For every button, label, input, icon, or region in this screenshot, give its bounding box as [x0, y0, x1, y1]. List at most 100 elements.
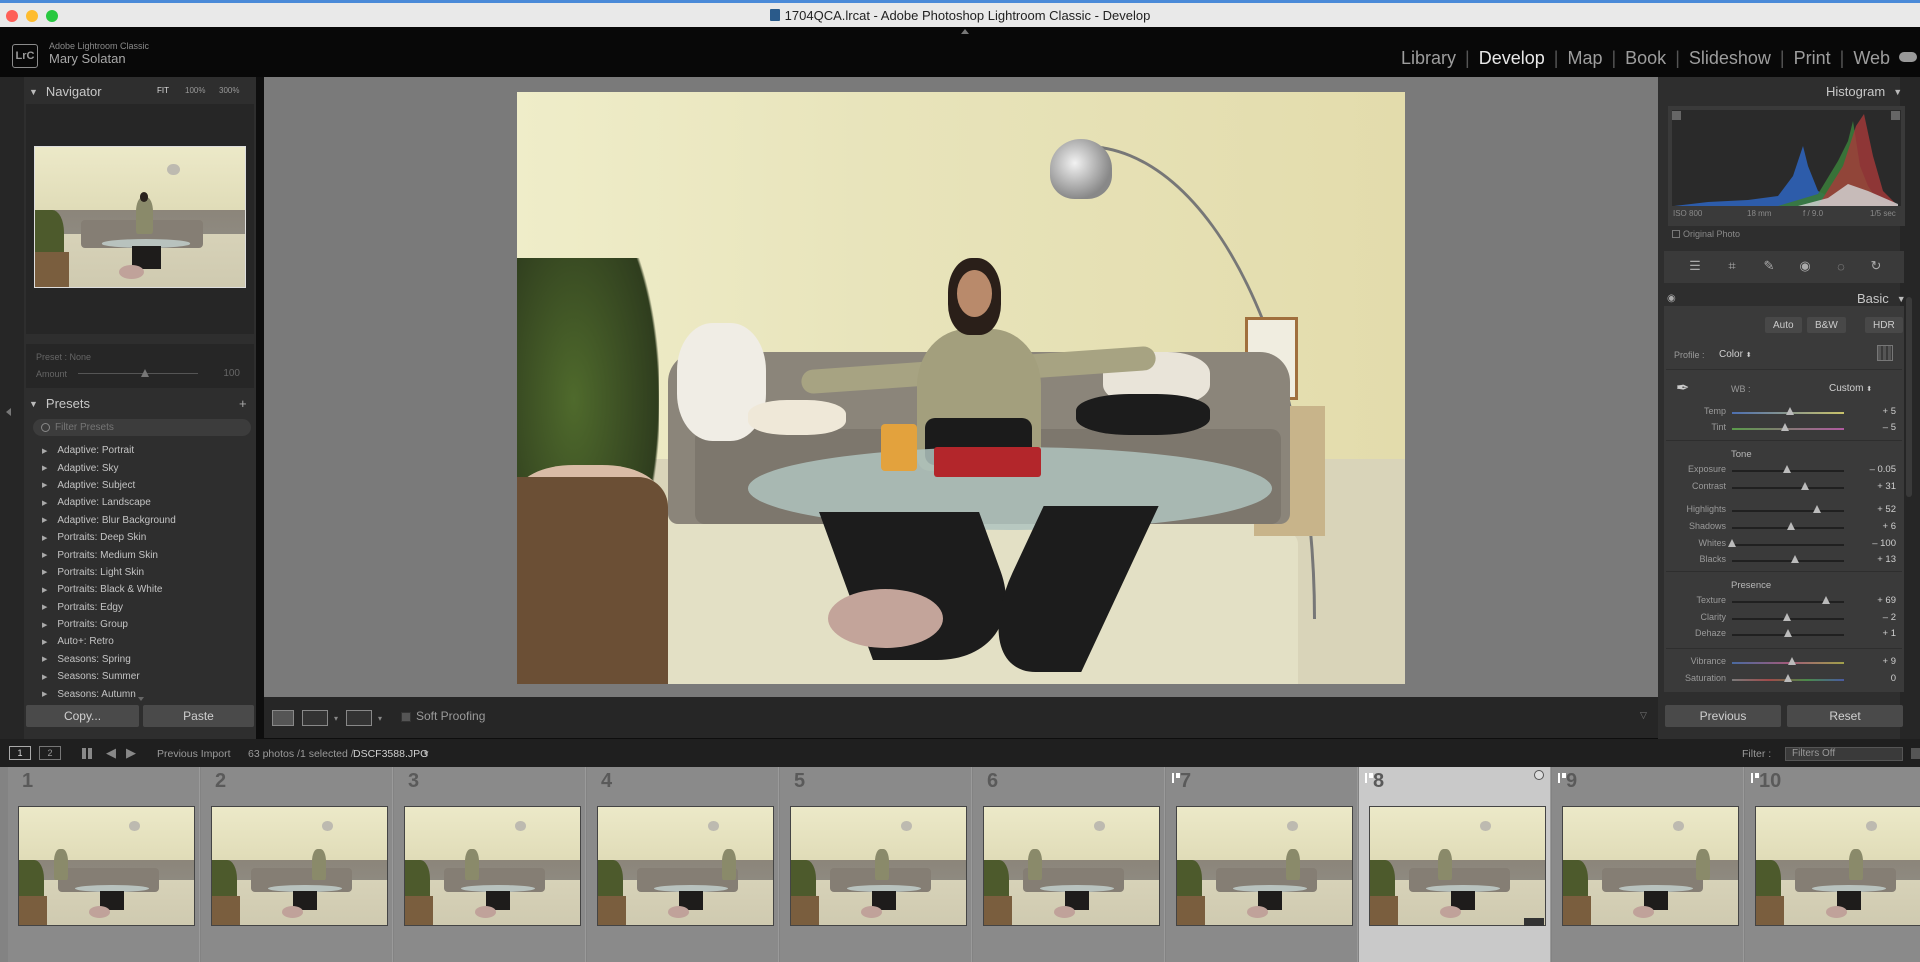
- module-print[interactable]: Print: [1794, 48, 1831, 69]
- preset-folder[interactable]: ▶ Adaptive: Sky: [24, 459, 256, 476]
- before-after-dropdown-icon[interactable]: ▾: [334, 714, 338, 723]
- preset-folder[interactable]: ▶ Portraits: Medium Skin: [24, 546, 256, 563]
- filter-dropdown[interactable]: Filters Off: [1785, 747, 1903, 761]
- slider-value[interactable]: – 5: [1856, 422, 1896, 433]
- preset-folder[interactable]: ▶ Portraits: Edgy: [24, 599, 256, 616]
- module-web[interactable]: Web: [1853, 48, 1890, 69]
- filter-lock-icon[interactable]: [1911, 748, 1920, 759]
- filmstrip-thumbnail[interactable]: [1176, 806, 1353, 926]
- main-photo[interactable]: [517, 92, 1405, 684]
- flag-icon[interactable]: [1558, 773, 1566, 783]
- red-eye-icon[interactable]: ◉: [1797, 258, 1813, 274]
- navigator-header[interactable]: ▼ Navigator: [29, 84, 102, 99]
- swap-before-after-icon[interactable]: [346, 710, 372, 726]
- module-book[interactable]: Book: [1625, 48, 1666, 69]
- preset-folder[interactable]: ▶ Portraits: Light Skin: [24, 564, 256, 581]
- before-after-icon[interactable]: [302, 710, 328, 726]
- previous-button[interactable]: Previous: [1665, 705, 1781, 727]
- slider-knob[interactable]: [1782, 465, 1791, 473]
- zoom-fit[interactable]: FIT: [157, 86, 169, 95]
- preset-folder[interactable]: ▶ Adaptive: Landscape: [24, 494, 256, 511]
- preset-folder[interactable]: ▶ Adaptive: Blur Background: [24, 512, 256, 529]
- slider-value[interactable]: – 0.05: [1856, 464, 1896, 475]
- slider-knob[interactable]: [1790, 555, 1799, 563]
- wb-dropdown[interactable]: Custom ⬍: [1829, 383, 1872, 394]
- minimize-window-button[interactable]: [26, 10, 38, 22]
- add-preset-icon[interactable]: +: [239, 396, 247, 411]
- zoom-100[interactable]: 100%: [185, 86, 205, 95]
- filmstrip-thumbnail[interactable]: [1755, 806, 1920, 926]
- filmstrip-filename[interactable]: DSCF3588.JPG: [353, 748, 428, 760]
- back-arrow-icon[interactable]: ◀: [106, 745, 116, 761]
- slider-knob[interactable]: [1813, 505, 1822, 513]
- histogram[interactable]: [1668, 106, 1905, 226]
- main-window-button[interactable]: 1: [9, 746, 31, 760]
- cloud-icon[interactable]: [1899, 52, 1917, 62]
- filmstrip-cell[interactable]: 6: [973, 767, 1165, 962]
- filmstrip-thumbnail[interactable]: [983, 806, 1160, 926]
- module-map[interactable]: Map: [1567, 48, 1602, 69]
- preset-folder[interactable]: ▶ Seasons: Spring: [24, 651, 256, 668]
- navigator-preview[interactable]: [26, 104, 254, 334]
- slider-track[interactable]: [1732, 510, 1844, 512]
- bw-button[interactable]: B&W: [1807, 317, 1846, 333]
- slider-knob[interactable]: [1780, 423, 1789, 431]
- filmstrip-thumbnail[interactable]: [1369, 806, 1546, 926]
- slider-knob[interactable]: [1822, 596, 1831, 604]
- preset-folder[interactable]: ▶ Adaptive: Subject: [24, 477, 256, 494]
- soft-proofing-checkbox[interactable]: [401, 712, 411, 722]
- filmstrip-thumbnail[interactable]: [18, 806, 195, 926]
- preset-folder[interactable]: ▶ Auto+: Retro: [24, 633, 256, 650]
- original-photo-toggle[interactable]: Original Photo: [1672, 229, 1740, 239]
- filmstrip-cell[interactable]: 2: [201, 767, 393, 962]
- copy-button[interactable]: Copy...: [26, 705, 139, 727]
- module-library[interactable]: Library: [1401, 48, 1456, 69]
- hdr-button[interactable]: HDR: [1865, 317, 1903, 333]
- slider-value[interactable]: + 9: [1856, 656, 1896, 667]
- slider-value[interactable]: – 100: [1856, 538, 1896, 549]
- auto-button[interactable]: Auto: [1765, 317, 1802, 333]
- slider-track[interactable]: [1732, 544, 1844, 546]
- preset-folder[interactable]: ▶ Seasons: Autumn: [24, 685, 256, 697]
- amount-slider-knob[interactable]: [141, 369, 149, 377]
- filmstrip-thumbnail[interactable]: [1562, 806, 1739, 926]
- slider-knob[interactable]: [1784, 674, 1792, 682]
- slider-knob[interactable]: [1788, 657, 1797, 665]
- slider-knob[interactable]: [1800, 482, 1809, 490]
- slider-track[interactable]: [1732, 560, 1844, 562]
- left-panel-toggle-icon[interactable]: [6, 408, 11, 416]
- right-panel-scrollbar[interactable]: [1906, 297, 1912, 497]
- preset-folder[interactable]: ▶ Adaptive: Portrait: [24, 442, 256, 459]
- slider-knob[interactable]: [1728, 539, 1736, 547]
- profile-dropdown[interactable]: Color ⬍: [1719, 349, 1752, 360]
- slider-knob[interactable]: [1784, 629, 1792, 637]
- filmstrip-cell[interactable]: 10: [1745, 767, 1920, 962]
- preset-folder[interactable]: ▶ Seasons: Summer: [24, 668, 256, 685]
- preset-filter-input[interactable]: [33, 419, 251, 436]
- filmstrip-cell[interactable]: 9: [1552, 767, 1744, 962]
- filmstrip-thumbnail[interactable]: [404, 806, 581, 926]
- slider-value[interactable]: + 5: [1856, 406, 1896, 417]
- slider-track[interactable]: [1732, 487, 1844, 489]
- slider-value[interactable]: + 1: [1856, 628, 1896, 639]
- slider-knob[interactable]: [1782, 613, 1791, 621]
- original-photo-checkbox[interactable]: [1672, 230, 1680, 238]
- paste-button[interactable]: Paste: [143, 705, 254, 727]
- edit-sliders-icon[interactable]: ☰: [1687, 258, 1703, 274]
- toolbar-content-dropdown-icon[interactable]: ▽: [1640, 710, 1647, 721]
- presets-tool-icon[interactable]: ↻: [1868, 258, 1884, 274]
- zoom-300[interactable]: 300%: [219, 86, 239, 95]
- forward-arrow-icon[interactable]: ▶: [126, 745, 136, 761]
- slider-value[interactable]: + 69: [1856, 595, 1896, 606]
- flag-icon[interactable]: [1172, 773, 1180, 783]
- slider-value[interactable]: – 2: [1856, 612, 1896, 623]
- slider-value[interactable]: + 31: [1856, 481, 1896, 492]
- top-panel-toggle-icon[interactable]: [961, 29, 969, 34]
- slider-value[interactable]: + 13: [1856, 554, 1896, 565]
- healing-icon[interactable]: ✎: [1761, 258, 1777, 274]
- filmstrip-cell[interactable]: 1: [8, 767, 200, 962]
- filename-dropdown-icon[interactable]: ▾: [424, 748, 429, 759]
- flag-icon[interactable]: [1365, 773, 1373, 783]
- filmstrip-cell[interactable]: 3: [394, 767, 586, 962]
- target-circle-icon[interactable]: [1534, 770, 1544, 780]
